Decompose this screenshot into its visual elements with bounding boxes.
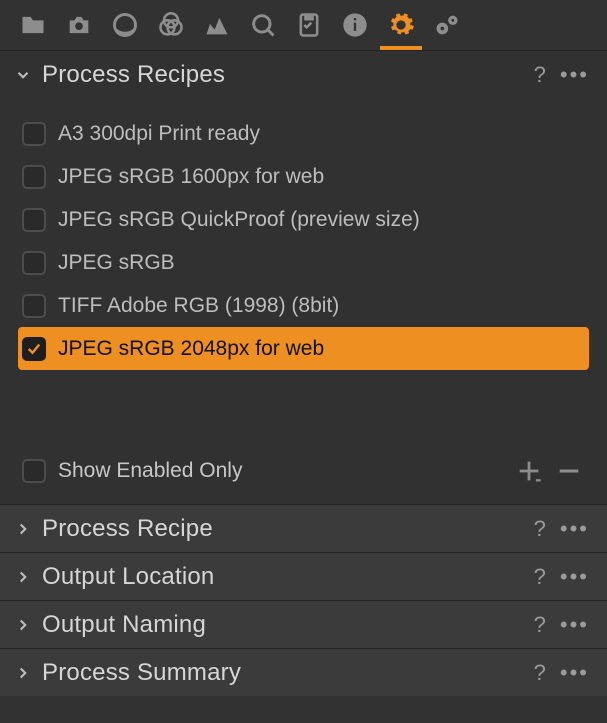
- help-button[interactable]: ?: [534, 612, 546, 638]
- chevron-right-icon: [12, 518, 34, 540]
- chevron-right-icon: [12, 662, 34, 684]
- more-button[interactable]: •••: [560, 64, 589, 86]
- recipe-checkbox[interactable]: [22, 294, 46, 318]
- show-enabled-label: Show Enabled Only: [58, 459, 242, 483]
- help-button[interactable]: ?: [534, 516, 546, 542]
- recipe-label: JPEG sRGB 1600px for web: [58, 165, 324, 189]
- recipe-checkbox[interactable]: [22, 208, 46, 232]
- recipe-item[interactable]: JPEG sRGB 2048px for web: [18, 327, 589, 370]
- recipe-checkbox[interactable]: [22, 251, 46, 275]
- circle-icon[interactable]: [110, 10, 140, 40]
- chevron-right-icon: [12, 614, 34, 636]
- remove-recipe-button[interactable]: [549, 451, 589, 491]
- recipe-item[interactable]: JPEG sRGB QuickProof (preview size): [18, 198, 589, 241]
- checklist-icon[interactable]: [294, 10, 324, 40]
- panel-header-process-recipes[interactable]: Process Recipes ? •••: [0, 50, 607, 98]
- recipe-label: JPEG sRGB 2048px for web: [58, 337, 324, 361]
- more-button[interactable]: •••: [560, 566, 589, 588]
- info-icon[interactable]: [340, 10, 370, 40]
- show-enabled-checkbox[interactable]: [22, 459, 46, 483]
- panel-header-process-recipe[interactable]: Process Recipe ? •••: [0, 504, 607, 552]
- camera-icon[interactable]: [64, 10, 94, 40]
- add-recipe-button[interactable]: [509, 451, 549, 491]
- gears-icon[interactable]: [432, 10, 462, 40]
- recipe-list: A3 300dpi Print ready JPEG sRGB 1600px f…: [18, 112, 589, 370]
- recipe-label: A3 300dpi Print ready: [58, 122, 260, 146]
- recipe-label: TIFF Adobe RGB (1998) (8bit): [58, 294, 339, 318]
- help-button[interactable]: ?: [534, 564, 546, 590]
- panel-title: Output Location: [42, 563, 534, 591]
- recipes-bottom-controls: Show Enabled Only: [0, 438, 607, 504]
- recipe-checkbox[interactable]: [22, 337, 46, 361]
- folder-icon[interactable]: [18, 10, 48, 40]
- recipes-panel-body: A3 300dpi Print ready JPEG sRGB 1600px f…: [0, 98, 607, 394]
- loupe-icon[interactable]: [248, 10, 278, 40]
- panel-title: Process Recipes: [42, 61, 534, 89]
- gear-icon[interactable]: [386, 10, 416, 40]
- rings-icon[interactable]: [156, 10, 186, 40]
- help-button[interactable]: ?: [534, 660, 546, 686]
- tool-tabs: [0, 0, 607, 50]
- recipe-label: JPEG sRGB: [58, 251, 175, 275]
- recipe-item[interactable]: JPEG sRGB: [18, 241, 589, 284]
- more-button[interactable]: •••: [560, 614, 589, 636]
- recipe-checkbox[interactable]: [22, 165, 46, 189]
- histogram-icon[interactable]: [202, 10, 232, 40]
- recipe-item[interactable]: JPEG sRGB 1600px for web: [18, 155, 589, 198]
- more-button[interactable]: •••: [560, 662, 589, 684]
- panel-header-output-naming[interactable]: Output Naming ? •••: [0, 600, 607, 648]
- panel-title: Process Recipe: [42, 515, 534, 543]
- panel-title: Output Naming: [42, 611, 534, 639]
- recipe-checkbox[interactable]: [22, 122, 46, 146]
- help-button[interactable]: ?: [534, 62, 546, 88]
- panel-header-process-summary[interactable]: Process Summary ? •••: [0, 648, 607, 696]
- chevron-down-icon: [12, 64, 34, 86]
- panel-title: Process Summary: [42, 659, 534, 687]
- chevron-right-icon: [12, 566, 34, 588]
- more-button[interactable]: •••: [560, 518, 589, 540]
- recipe-item[interactable]: TIFF Adobe RGB (1998) (8bit): [18, 284, 589, 327]
- recipe-item[interactable]: A3 300dpi Print ready: [18, 112, 589, 155]
- recipe-label: JPEG sRGB QuickProof (preview size): [58, 208, 420, 232]
- panel-header-output-location[interactable]: Output Location ? •••: [0, 552, 607, 600]
